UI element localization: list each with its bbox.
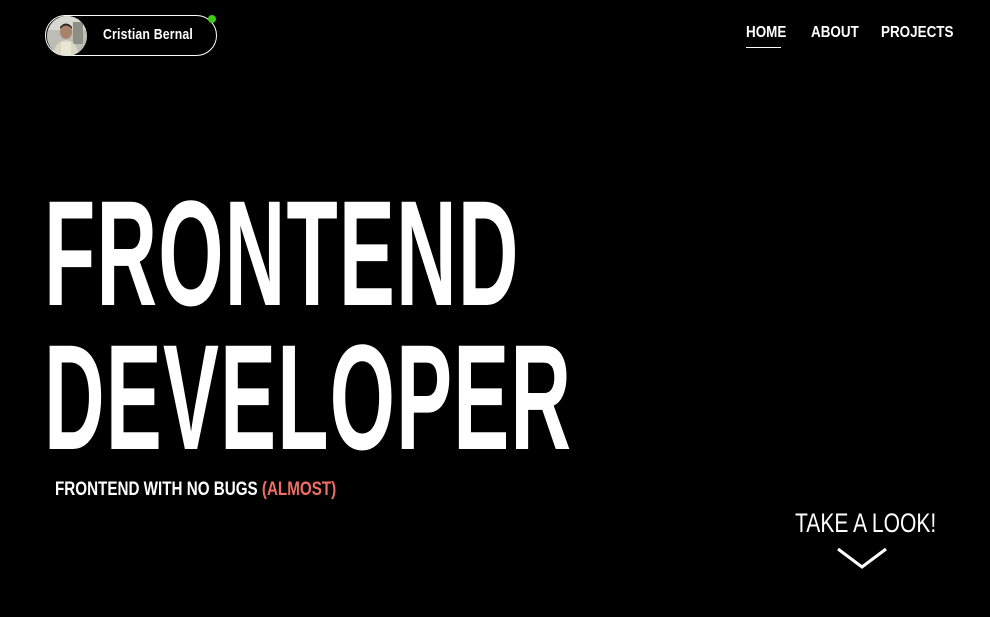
nav-item-projects[interactable]: PROJECTS (881, 24, 953, 48)
page: Cristian Bernal HOME ABOUT PROJECTS FRON… (0, 0, 990, 617)
profile-name: Cristian Bernal (103, 26, 193, 43)
tagline: FRONTEND WITH NO BUGS (ALMOST) (55, 479, 336, 501)
tagline-main: FRONTEND WITH NO BUGS (55, 479, 258, 500)
profile-pill[interactable]: Cristian Bernal (45, 15, 217, 56)
nav-item-about[interactable]: ABOUT (811, 24, 859, 48)
hero-title-line-2: DEVELOPER (44, 313, 573, 481)
chevron-down-icon[interactable] (836, 546, 888, 570)
hero-title-line-1: FRONTEND (44, 169, 520, 337)
nav-item-home[interactable]: HOME (746, 24, 786, 48)
avatar (47, 16, 87, 56)
online-status-indicator (208, 15, 216, 23)
take-a-look-button[interactable]: TAKE A LOOK! (795, 508, 936, 539)
tagline-accent: (ALMOST) (261, 479, 337, 500)
nav-active-underline (746, 47, 781, 48)
